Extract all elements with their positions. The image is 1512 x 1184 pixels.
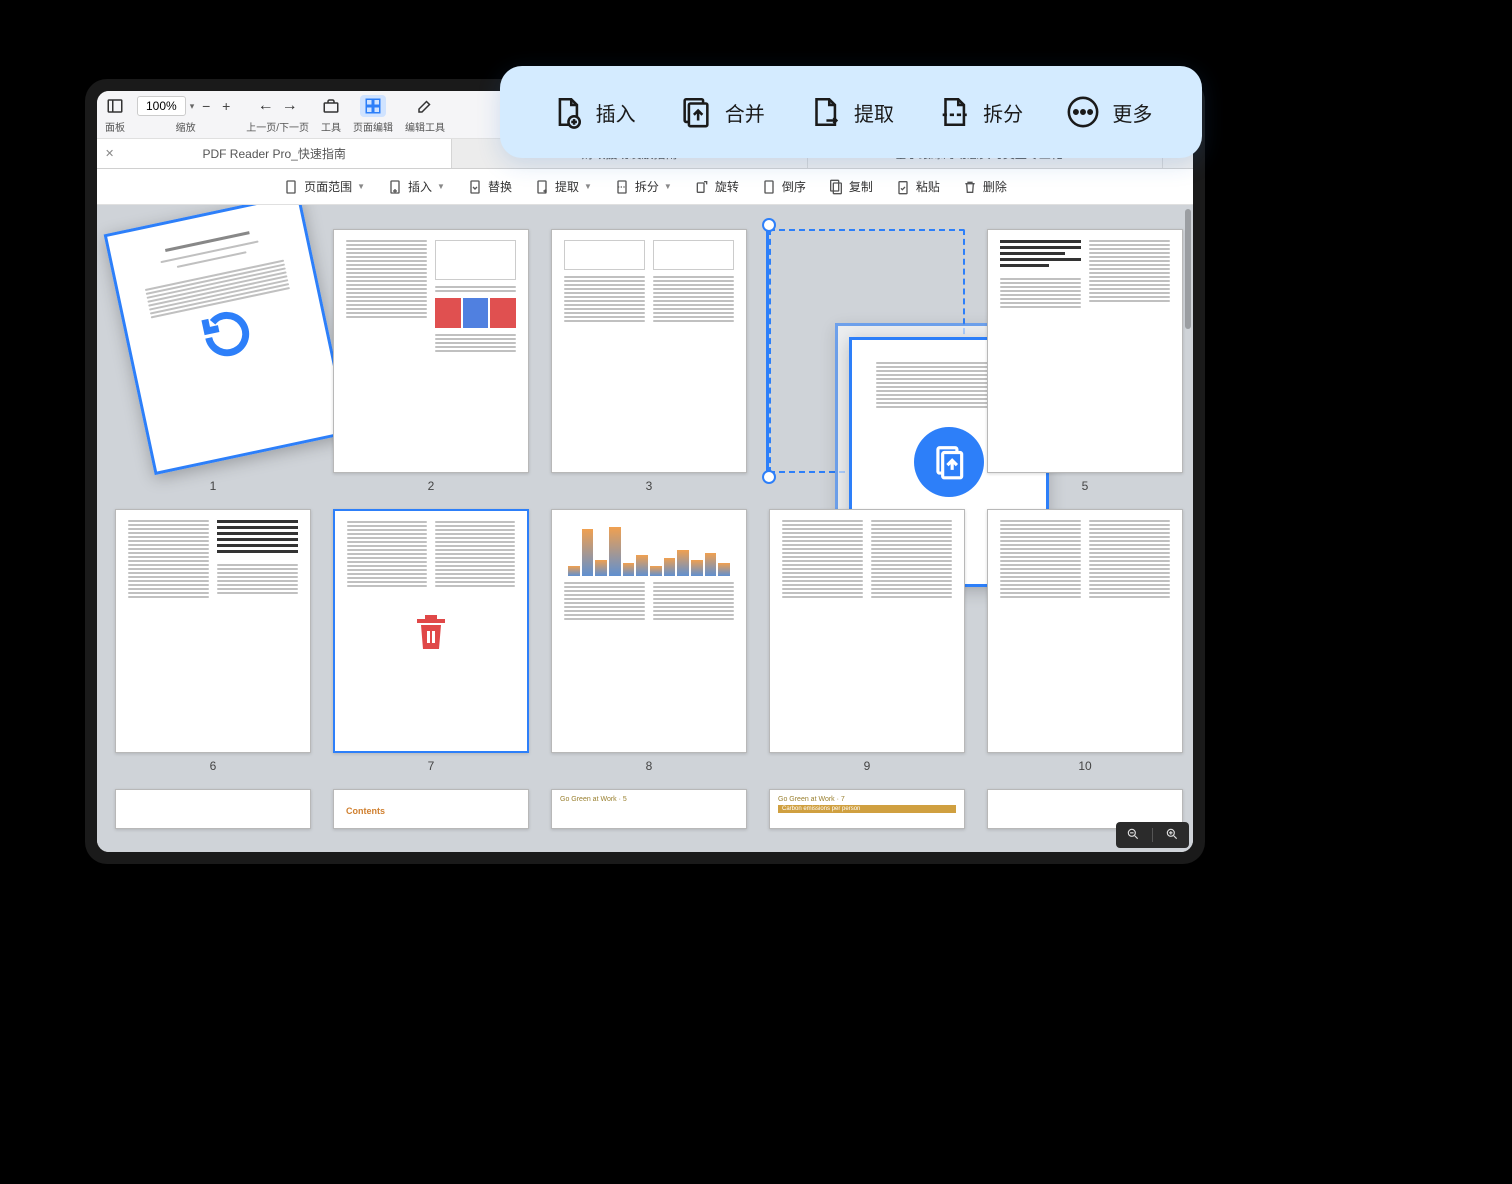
chevron-down-icon: ▼ (584, 182, 592, 191)
page-thumb-10[interactable]: 10 (987, 509, 1183, 773)
rotate-button[interactable]: 旋转 (694, 178, 739, 195)
page-thumb-13[interactable]: Go Green at Work · 5 (551, 789, 747, 829)
insert-icon (550, 95, 584, 129)
feature-callout: 插入 合并 提取 拆分 更多 (500, 66, 1202, 158)
split-button[interactable]: 拆分▼ (614, 178, 672, 195)
merge-badge-icon (914, 427, 984, 497)
page-thumb-7[interactable]: 7 (333, 509, 529, 773)
paste-icon (895, 179, 911, 195)
callout-split[interactable]: 拆分 (937, 95, 1023, 129)
delete-button[interactable]: 删除 (962, 178, 1007, 195)
separator (1152, 828, 1153, 842)
edit-tools-label: 编辑工具 (405, 119, 445, 134)
insert-button[interactable]: 插入▼ (387, 178, 445, 195)
page-thumb-12[interactable]: Contents (333, 789, 529, 829)
rotate-overlay-icon (194, 301, 260, 367)
replace-button[interactable]: 替换 (467, 178, 512, 195)
thumb-zoom-in[interactable] (1165, 827, 1179, 844)
page-edit-group[interactable]: 页面编辑 (353, 95, 393, 134)
zoom-group: 100% ▾ − + 缩放 (137, 95, 234, 134)
paste-button[interactable]: 粘贴 (895, 178, 940, 195)
zoom-dropdown-icon[interactable]: ▾ (190, 101, 195, 112)
zoom-in-button[interactable]: + (218, 98, 234, 114)
page-thumb-1[interactable]: 1 (115, 229, 311, 493)
page-action-bar: 页面范围▼ 插入▼ 替换 提取▼ 拆分▼ 旋转 倒序 复制 粘贴 删除 (97, 169, 1193, 205)
page-thumb-8[interactable]: 8 (551, 509, 747, 773)
replace-icon (467, 179, 483, 195)
delete-overlay-icon (407, 607, 455, 655)
device-frame: 面板 100% ▾ − + 缩放 ← → 上一页/下一页 工具 页面编辑 编辑工… (85, 79, 1205, 864)
page-range-button[interactable]: 页面范围▼ (283, 178, 365, 195)
page-thumbnails-area: 1 2 3 (97, 205, 1193, 852)
copy-button[interactable]: 复制 (828, 178, 873, 195)
extract-button[interactable]: 提取▼ (534, 178, 592, 195)
page-icon (283, 179, 299, 195)
insert-caret-icon (766, 228, 769, 474)
next-page-icon[interactable]: → (282, 97, 298, 115)
chevron-down-icon: ▼ (357, 182, 365, 191)
page-thumb-14[interactable]: Go Green at Work · 7Carbon emissions per… (769, 789, 965, 829)
page-thumb-2[interactable]: 2 (333, 229, 529, 493)
tools-label: 工具 (321, 119, 341, 134)
reverse-button[interactable]: 倒序 (761, 178, 806, 195)
zoom-out-button[interactable]: − (198, 98, 214, 114)
insert-drop-zone[interactable] (769, 229, 965, 473)
grid-icon (364, 97, 382, 115)
panel-group[interactable]: 面板 (105, 95, 125, 134)
panel-icon (106, 97, 124, 115)
callout-extract[interactable]: 提取 (808, 95, 894, 129)
page-thumb-5[interactable]: 5 (987, 229, 1183, 493)
callout-merge[interactable]: 合并 (679, 95, 765, 129)
page-thumb-3[interactable]: 3 (551, 229, 747, 493)
page-edit-label: 页面编辑 (353, 119, 393, 134)
tools-group[interactable]: 工具 (321, 95, 341, 134)
thumb-zoom-out[interactable] (1126, 827, 1140, 844)
page-thumb-4-dropzone[interactable]: 4 (769, 229, 965, 493)
insert-icon (387, 179, 403, 195)
extract-icon (808, 95, 842, 129)
merge-icon (679, 95, 713, 129)
tab-1[interactable]: ✕ PDF Reader Pro_快速指南 (97, 139, 452, 168)
extract-icon (534, 179, 550, 195)
page-thumb-6[interactable]: 6 (115, 509, 311, 773)
toolbox-icon (322, 97, 340, 115)
thumbnail-grid: 1 2 3 (109, 229, 1181, 829)
panel-label: 面板 (105, 119, 125, 134)
edit-tools-group[interactable]: 编辑工具 (405, 95, 445, 134)
page-thumb-11[interactable] (115, 789, 311, 829)
chevron-down-icon: ▼ (437, 182, 445, 191)
scrollbar[interactable] (1185, 209, 1191, 329)
zoom-value[interactable]: 100% (137, 96, 186, 116)
chevron-down-icon: ▼ (664, 182, 672, 191)
tab-label: PDF Reader Pro_快速指南 (202, 145, 345, 162)
split-icon (937, 95, 971, 129)
copy-icon (828, 179, 844, 195)
zoom-label: 缩放 (176, 119, 196, 134)
thumbnail-zoom-control (1116, 822, 1189, 848)
rotate-icon (694, 179, 710, 195)
split-icon (614, 179, 630, 195)
close-icon[interactable]: ✕ (105, 147, 114, 160)
reverse-icon (761, 179, 777, 195)
more-icon (1066, 95, 1100, 129)
nav-group: ← → 上一页/下一页 (246, 95, 309, 134)
nav-label: 上一页/下一页 (246, 119, 309, 134)
page-thumb-9[interactable]: 9 (769, 509, 965, 773)
edit-icon (416, 97, 434, 115)
prev-page-icon[interactable]: ← (258, 97, 274, 115)
app-window: 面板 100% ▾ − + 缩放 ← → 上一页/下一页 工具 页面编辑 编辑工… (97, 91, 1193, 852)
trash-icon (962, 179, 978, 195)
callout-insert[interactable]: 插入 (550, 95, 636, 129)
callout-more[interactable]: 更多 (1066, 95, 1152, 129)
